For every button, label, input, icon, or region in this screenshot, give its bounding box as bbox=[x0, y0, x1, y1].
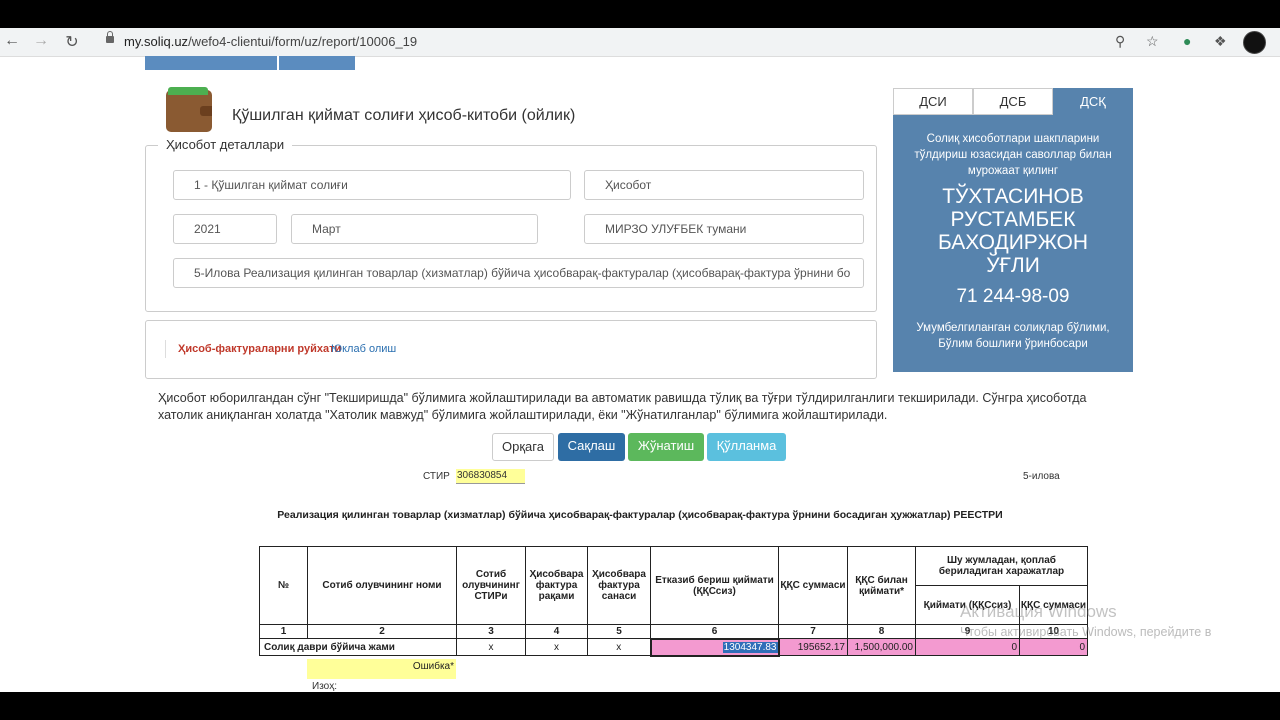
col-inv-date-header: Ҳисобвара фактура санаси bbox=[587, 546, 651, 625]
guide-button[interactable]: Қўлланма bbox=[707, 433, 786, 461]
forward-arrow-icon[interactable]: → bbox=[31, 32, 51, 50]
extension-globe-icon[interactable]: ● bbox=[1183, 33, 1191, 49]
url-path: /wefo4-clientui/form/uz/report/10006_19 bbox=[188, 34, 418, 49]
lock-icon bbox=[106, 31, 114, 43]
registry-heading: Реализация қилинган товарлар (хизматлар)… bbox=[277, 509, 1003, 521]
star-icon[interactable]: ☆ bbox=[1146, 33, 1159, 50]
panel-intro: Солиқ хисоботлари шакпларини тўлдириш юз… bbox=[914, 133, 1112, 177]
total-incl-value-cell[interactable]: 0 bbox=[915, 638, 1020, 656]
tax-type-field[interactable]: 1 - Қўшилган қиймат солиғи bbox=[173, 170, 571, 200]
col-buyer-name-header: Сотиб олувчининг номи bbox=[307, 546, 457, 625]
appendix-field[interactable]: 5-Илова Реализация қилинган товарлар (хи… bbox=[173, 258, 864, 288]
total-x-number: x bbox=[525, 638, 588, 656]
windows-activation-title: Активация Windows bbox=[960, 602, 1117, 621]
zoom-icon[interactable]: ⚲ bbox=[1115, 33, 1125, 50]
year-field[interactable]: 2021 bbox=[173, 214, 277, 244]
tab-dsk[interactable]: ДСҚ bbox=[1053, 88, 1133, 115]
invoices-list-link[interactable]: Ҳисоб-фактураларни руйхати bbox=[178, 343, 341, 355]
inspector-position: Умумбелгиланган солиқлар бўлими, Бўлим б… bbox=[916, 322, 1110, 350]
url-domain: my.soliq.uz bbox=[124, 34, 189, 49]
col-number: 4 bbox=[525, 624, 588, 639]
inspector-name: ТЎХТАСИНОВ РУСТАМБЕК БАХОДИРЖОН ЎҒЛИ bbox=[937, 185, 1089, 277]
stir-label: СТИР bbox=[423, 471, 450, 482]
col-number: 8 bbox=[847, 624, 916, 639]
total-incl-vat-cell[interactable]: 0 bbox=[1019, 638, 1088, 656]
col-number: 7 bbox=[778, 624, 848, 639]
month-field[interactable]: Март bbox=[291, 214, 538, 244]
total-x-date: x bbox=[587, 638, 651, 656]
col-number: 2 bbox=[307, 624, 457, 639]
send-button[interactable]: Жўнатиш bbox=[628, 433, 704, 461]
puzzle-icon[interactable]: ❖ bbox=[1214, 33, 1227, 50]
save-button[interactable]: Сақлаш bbox=[558, 433, 625, 461]
note-label: Изоҳ: bbox=[312, 681, 337, 692]
profile-avatar[interactable] bbox=[1243, 31, 1266, 54]
col-vat-header: ҚҚС суммаси bbox=[778, 546, 848, 625]
back-button[interactable]: Орқага bbox=[492, 433, 554, 461]
download-link[interactable]: Юклаб олиш bbox=[331, 343, 396, 355]
total-supply-value: 1304347.83 bbox=[722, 641, 778, 653]
reload-icon[interactable]: ↻ bbox=[62, 32, 82, 52]
col-supply-header: Етказиб бериш қиймати (ҚҚСсиз) bbox=[650, 546, 779, 625]
col-number: 6 bbox=[650, 624, 779, 639]
divider bbox=[165, 340, 166, 358]
report-kind-field[interactable]: Ҳисобот bbox=[584, 170, 864, 200]
col-num-header: № bbox=[259, 546, 308, 625]
stir-value-field[interactable]: 306830854 bbox=[456, 469, 525, 484]
inspector-phone: 71 244-98-09 bbox=[956, 286, 1070, 307]
page-title: Қўшилган қиймат солиғи ҳисоб-китоби (ойл… bbox=[232, 107, 576, 124]
total-supply-cell[interactable]: 1304347.83 bbox=[649, 637, 780, 657]
col-with-vat-header: ҚҚС билан қиймати* bbox=[847, 546, 916, 625]
wallet-icon bbox=[166, 87, 212, 132]
col-inv-number-header: Ҳисобвара фактура рақами bbox=[525, 546, 588, 625]
top-nav-tabs[interactable] bbox=[145, 56, 355, 70]
district-field[interactable]: МИРЗО УЛУҒБЕК тумани bbox=[584, 214, 864, 244]
tab-dsi[interactable]: ДСИ bbox=[893, 88, 973, 115]
notice-text: Ҳисобот юборилгандан сўнг "Текширишда" б… bbox=[158, 391, 1087, 422]
total-row-label: Солиқ даври бўйича жами bbox=[259, 638, 457, 656]
windows-activation-text: Чтобы активировать Windows, перейдите в bbox=[960, 625, 1212, 639]
col-number: 3 bbox=[456, 624, 526, 639]
appendix-label: 5-илова bbox=[1023, 471, 1060, 482]
url-field[interactable]: my.soliq.uz/wefo4-clientui/form/uz/repor… bbox=[124, 34, 417, 49]
col-incl-header: Шу жумладан, қоплаб бериладиган харажатл… bbox=[915, 546, 1088, 586]
col-buyer-stir-header: Сотиб олувчининг СТИРи bbox=[456, 546, 526, 625]
back-arrow-icon[interactable]: ← bbox=[2, 32, 22, 50]
total-x-stir: x bbox=[456, 638, 526, 656]
tab-dsb[interactable]: ДСБ bbox=[973, 88, 1053, 115]
address-bar: ← → ↻ my.soliq.uz/wefo4-clientui/form/uz… bbox=[0, 28, 1280, 57]
col-number: 5 bbox=[587, 624, 651, 639]
total-vat-cell[interactable]: 195652.17 bbox=[778, 638, 848, 656]
browser-window: ← → ↻ my.soliq.uz/wefo4-clientui/form/uz… bbox=[0, 28, 1280, 692]
total-with-vat-cell[interactable]: 1,500,000.00 bbox=[847, 638, 916, 656]
error-indicator: Ошибка* bbox=[307, 659, 456, 679]
report-details-legend: Ҳисобот деталлари bbox=[158, 137, 293, 152]
col-number: 1 bbox=[259, 624, 308, 639]
